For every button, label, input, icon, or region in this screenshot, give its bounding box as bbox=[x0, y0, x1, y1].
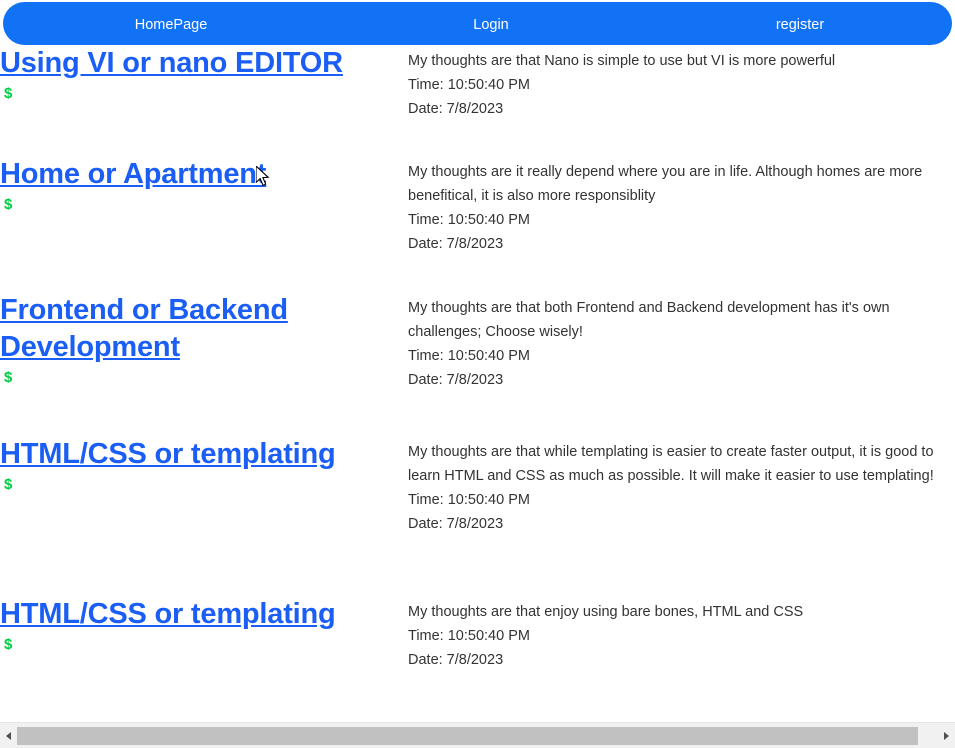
list-item: Frontend or Backend Development $ My tho… bbox=[0, 292, 955, 436]
post-right-column: My thoughts are that Nano is simple to u… bbox=[408, 49, 955, 121]
nav-item-homepage-wrap: HomePage bbox=[135, 16, 208, 34]
post-body: My thoughts are that while templating is… bbox=[408, 444, 934, 484]
nav-item-register-wrap: register bbox=[776, 16, 824, 34]
post-title-link[interactable]: HTML/CSS or templating bbox=[0, 598, 336, 630]
post-price: $ bbox=[4, 196, 13, 214]
post-right-column: My thoughts are that both Frontend and B… bbox=[408, 296, 955, 392]
list-item: HTML/CSS or templating $ My thoughts are… bbox=[0, 436, 955, 596]
scroll-left-button[interactable] bbox=[0, 722, 17, 748]
post-price: $ bbox=[4, 85, 13, 103]
post-title-link[interactable]: HTML/CSS or templating bbox=[0, 438, 336, 470]
horizontal-scrollbar[interactable] bbox=[0, 722, 955, 748]
post-title-wrap: Frontend or Backend Development bbox=[0, 292, 300, 366]
main-navbar: HomePage Login register bbox=[3, 2, 952, 45]
triangle-right-icon bbox=[944, 731, 949, 740]
post-date: Date: 7/8/2023 bbox=[408, 101, 504, 117]
post-time: Time: 10:50:40 PM bbox=[408, 628, 530, 644]
post-title-wrap: Home or Apartment bbox=[0, 156, 300, 193]
list-item: HTML/CSS or templating $ My thoughts are… bbox=[0, 596, 955, 716]
nav-link-login[interactable]: Login bbox=[473, 17, 508, 33]
list-item: Using VI or nano EDITOR $ My thoughts ar… bbox=[0, 45, 955, 156]
scrollbar-thumb[interactable] bbox=[17, 726, 918, 745]
nav-item-login-wrap: Login bbox=[473, 16, 508, 34]
post-date: Date: 7/8/2023 bbox=[408, 516, 504, 532]
post-right-column: My thoughts are that enjoy using bare bo… bbox=[408, 600, 955, 672]
post-title-link[interactable]: Using VI or nano EDITOR bbox=[0, 47, 343, 79]
post-body: My thoughts are that enjoy using bare bo… bbox=[408, 604, 804, 620]
post-title-link[interactable]: Home or Apartment bbox=[0, 158, 266, 190]
scroll-right-button[interactable] bbox=[938, 722, 955, 748]
post-list: Using VI or nano EDITOR $ My thoughts ar… bbox=[0, 45, 955, 720]
post-left-column: HTML/CSS or templating $ bbox=[0, 436, 400, 494]
post-left-column: HTML/CSS or templating $ bbox=[0, 596, 400, 654]
post-price: $ bbox=[4, 476, 13, 494]
post-body: My thoughts are it really depend where y… bbox=[408, 164, 923, 204]
post-body: My thoughts are that both Frontend and B… bbox=[408, 300, 890, 340]
post-time: Time: 10:50:40 PM bbox=[408, 348, 530, 364]
post-title-wrap: HTML/CSS or templating bbox=[0, 596, 345, 633]
page-root: HomePage Login register Using VI or nano… bbox=[0, 0, 955, 748]
post-time: Time: 10:50:40 PM bbox=[408, 212, 530, 228]
post-date: Date: 7/8/2023 bbox=[408, 372, 504, 388]
post-title-link[interactable]: Frontend or Backend Development bbox=[0, 294, 288, 363]
post-date: Date: 7/8/2023 bbox=[408, 236, 504, 252]
scrollbar-track[interactable] bbox=[17, 722, 938, 748]
post-right-column: My thoughts are it really depend where y… bbox=[408, 160, 955, 256]
post-date: Date: 7/8/2023 bbox=[408, 652, 504, 668]
post-right-column: My thoughts are that while templating is… bbox=[408, 440, 955, 536]
post-time: Time: 10:50:40 PM bbox=[408, 77, 530, 93]
post-time: Time: 10:50:40 PM bbox=[408, 492, 530, 508]
post-left-column: Using VI or nano EDITOR $ bbox=[0, 45, 400, 103]
post-left-column: Frontend or Backend Development $ bbox=[0, 292, 400, 387]
list-item: Home or Apartment $ My thoughts are it r… bbox=[0, 156, 955, 292]
nav-link-homepage[interactable]: HomePage bbox=[135, 17, 208, 33]
triangle-left-icon bbox=[6, 731, 11, 740]
post-body: My thoughts are that Nano is simple to u… bbox=[408, 53, 836, 69]
post-price: $ bbox=[4, 369, 13, 387]
post-left-column: Home or Apartment $ bbox=[0, 156, 400, 214]
post-title-wrap: HTML/CSS or templating bbox=[0, 436, 345, 473]
post-title-wrap: Using VI or nano EDITOR bbox=[0, 45, 345, 82]
post-price: $ bbox=[4, 636, 13, 654]
nav-link-register[interactable]: register bbox=[776, 17, 824, 33]
